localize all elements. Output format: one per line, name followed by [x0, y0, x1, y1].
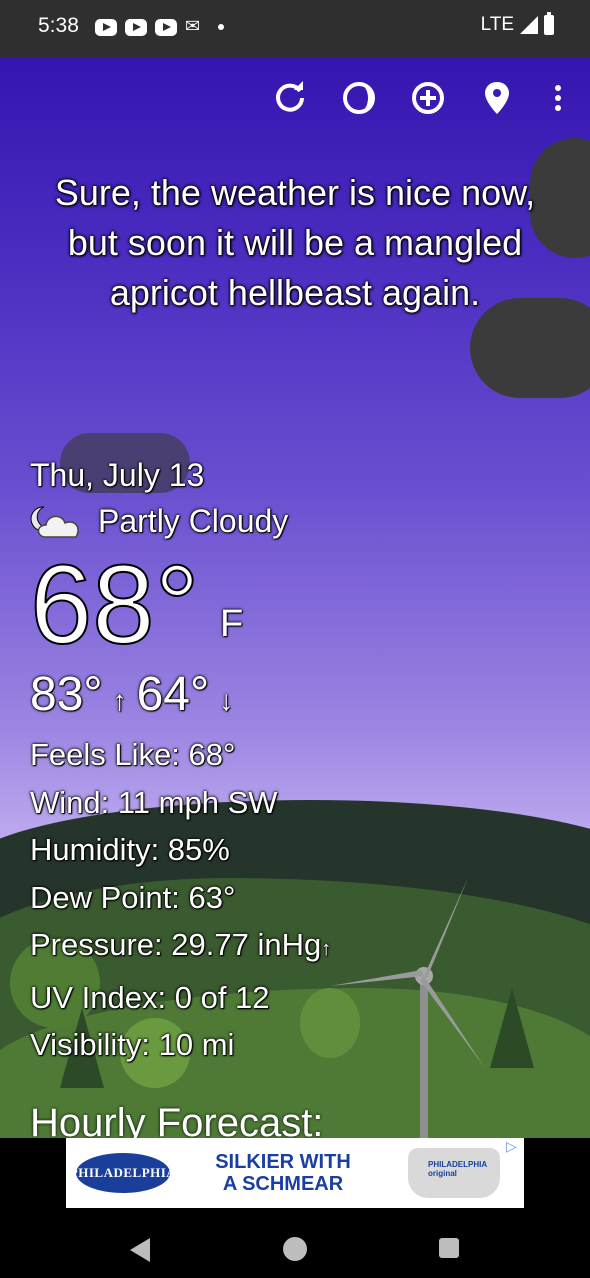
wind-turbine-decoration	[330, 878, 485, 1138]
ad-choices-icon[interactable]: ▷	[506, 1138, 524, 1156]
navigation-bar	[0, 1220, 590, 1278]
youtube-icon	[125, 18, 147, 36]
date-label: Thu, July 13	[30, 457, 205, 493]
current-conditions: Thu, July 13 Partly Cloudy 68° F 83° ↑ 6…	[29, 453, 331, 1069]
youtube-icon	[95, 18, 117, 36]
low-temperature: 64°	[136, 668, 210, 721]
visibility: Visibility: 10 mi	[30, 1027, 235, 1062]
pressure: Pressure: 29.77 inHg	[30, 927, 322, 962]
wind: Wind: 11 mph SW	[30, 784, 278, 820]
condition-row: Partly Cloudy	[30, 497, 331, 545]
theme-icon[interactable]	[339, 78, 379, 118]
arrow-down-icon: ↓	[219, 685, 234, 716]
uv-index: UV Index: 0 of 12	[30, 979, 270, 1015]
high-temperature: 83°	[30, 668, 103, 721]
dew-point: Dew Point: 63°	[30, 879, 236, 915]
youtube-icon	[155, 18, 177, 36]
dot-icon	[218, 24, 225, 30]
signal-icon	[520, 16, 538, 34]
ad-banner: PHILADELPHIA SILKIER WITH A SCHMEAR PHIL…	[0, 1138, 590, 1220]
arrow-up-icon: ↑	[112, 685, 127, 716]
location-pin-icon[interactable]	[477, 78, 517, 118]
high-low-row: 83° ↑ 64° ↓	[30, 665, 331, 731]
temperature-block: 68° F	[29, 542, 331, 667]
temperature-unit: F	[220, 603, 244, 645]
status-bar: 5:38 ✉ LTE	[0, 0, 590, 58]
weather-quote: Sure, the weather is nice now, but soon …	[54, 172, 536, 313]
product-image: PHILADELPHIA original	[408, 1148, 500, 1198]
status-time: 5:38	[38, 14, 79, 37]
status-right: LTE	[480, 12, 554, 36]
ad-content[interactable]: PHILADELPHIA SILKIER WITH A SCHMEAR PHIL…	[66, 1138, 524, 1208]
partly-cloudy-night-icon	[30, 506, 79, 538]
current-temperature: 68°	[29, 542, 200, 667]
pressure-trend-icon: ↑	[321, 938, 332, 960]
refresh-icon[interactable]	[270, 78, 310, 118]
add-location-icon[interactable]	[408, 78, 448, 118]
network-label: LTE	[480, 14, 514, 35]
notification-icons: ✉	[95, 16, 225, 37]
gmail-icon: ✉	[185, 16, 201, 37]
home-icon[interactable]	[283, 1237, 307, 1261]
toolbar	[0, 78, 590, 122]
ad-brand-logo: PHILADELPHIA	[70, 1153, 176, 1193]
condition-label: Partly Cloudy	[98, 503, 289, 539]
ad-headline: SILKIER WITH A SCHMEAR	[215, 1151, 351, 1195]
weather-screen: Sure, the weather is nice now, but soon …	[0, 58, 590, 1138]
feels-like: Feels Like: 68°	[30, 737, 236, 772]
recents-icon[interactable]	[439, 1238, 459, 1258]
back-icon[interactable]	[130, 1238, 150, 1262]
product-label: PHILADELPHIA original	[428, 1160, 487, 1178]
hourly-forecast-title: Hourly Forecast:	[30, 1101, 324, 1138]
battery-icon	[544, 12, 554, 35]
pressure-row: Pressure: 29.77 inHg↑	[30, 921, 331, 974]
humidity: Humidity: 85%	[30, 832, 230, 867]
more-vert-icon[interactable]	[538, 78, 578, 118]
